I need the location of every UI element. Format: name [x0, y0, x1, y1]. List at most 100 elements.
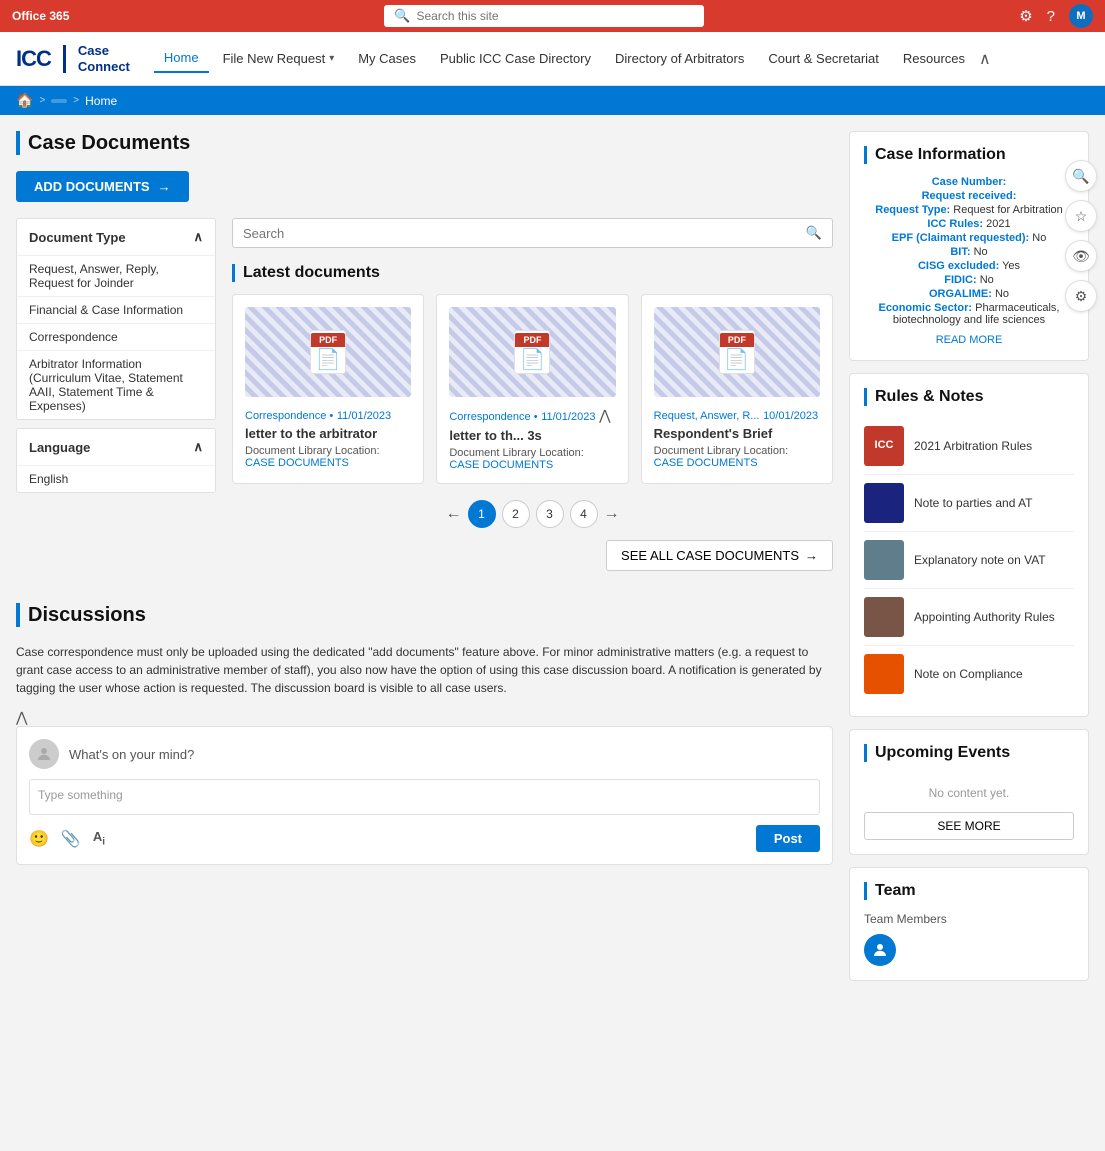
doc-search-icon: 🔍 [806, 225, 822, 241]
read-more-link[interactable]: READ MORE [864, 334, 1074, 346]
nav-court[interactable]: Court & Secretariat [758, 45, 889, 72]
logo: ICC CaseConnect [16, 43, 130, 74]
case-documents-title: Case Documents [16, 131, 833, 155]
filter-lang-collapse-icon: ∧ [193, 439, 203, 455]
upcoming-events-title: Upcoming Events [864, 744, 1074, 762]
add-documents-button[interactable]: ADD DOCUMENTS → [16, 171, 189, 202]
case-info-row: EPF (Claimant requested): No [864, 232, 1074, 244]
filter-item[interactable]: Financial & Case Information [17, 296, 215, 323]
case-info-card: Case Information Case Number: Request re… [849, 131, 1089, 361]
doc-location: Document Library Location: CASE DOCUMENT… [245, 445, 411, 469]
expand-icon[interactable]: ⋀ [599, 407, 610, 423]
filter-item[interactable]: Arbitrator Information (Curriculum Vitae… [17, 350, 215, 419]
doc-name: letter to the arbitrator [245, 426, 411, 441]
help-icon[interactable]: ? [1047, 8, 1055, 25]
rules-item[interactable]: Note on Compliance [864, 646, 1074, 702]
discussion-avatar [29, 739, 59, 769]
top-bar: Office 365 🔍 ⚙ ? M [0, 0, 1105, 32]
float-eye-icon[interactable]: 👁 [1065, 240, 1097, 272]
page-4[interactable]: 4 [570, 500, 598, 528]
filter-panel: Document Type ∧ Request, Answer, Reply, … [16, 218, 216, 501]
team-member-avatar[interactable] [864, 934, 896, 966]
filter-language-header[interactable]: Language ∧ [17, 429, 215, 465]
doc-thumbnail: PDF 📄 [245, 307, 411, 397]
discussion-tools: 🙂 📎 Ai [29, 829, 105, 849]
emoji-icon[interactable]: 🙂 [29, 829, 49, 849]
see-more-events-button[interactable]: SEE MORE [864, 812, 1074, 840]
rules-thumb-3 [864, 540, 904, 580]
page-2[interactable]: 2 [502, 500, 530, 528]
filter-item-english[interactable]: English [17, 465, 215, 492]
breadcrumb-home-icon[interactable]: 🏠 [16, 92, 33, 109]
top-search-container: 🔍 [69, 5, 1019, 27]
docs-row: Document Type ∧ Request, Answer, Reply, … [16, 218, 833, 571]
pagination-next[interactable]: → [604, 505, 620, 523]
case-info-row: CISG excluded: Yes [864, 260, 1074, 272]
doc-location: Document Library Location: CASE DOCUMENT… [654, 445, 820, 469]
nav-links: Home File New Request ▾ My Cases Public … [154, 44, 1089, 73]
float-search-icon[interactable]: 🔍 [1065, 160, 1097, 192]
discussion-textarea[interactable]: Type something [29, 779, 820, 815]
floating-actions: 🔍 ☆ 👁 ⚙ [1065, 160, 1097, 312]
filter-item[interactable]: Request, Answer, Reply, Request for Join… [17, 255, 215, 296]
rules-label: Note on Compliance [914, 667, 1023, 681]
post-button[interactable]: Post [756, 825, 820, 852]
rules-thumb-4 [864, 597, 904, 637]
filter-doctype-header[interactable]: Document Type ∧ [17, 219, 215, 255]
rules-item[interactable]: Explanatory note on VAT [864, 532, 1074, 589]
nav-file-new[interactable]: File New Request ▾ [213, 45, 345, 72]
rules-item[interactable]: ICC 2021 Arbitration Rules [864, 418, 1074, 475]
doc-search-input[interactable] [243, 226, 798, 241]
pagination-prev[interactable]: ← [446, 505, 462, 523]
left-panel: Case Documents ADD DOCUMENTS → Document … [16, 131, 833, 993]
docs-main: 🔍 Latest documents PDF 📄 [232, 218, 833, 571]
discussion-input-area: What's on your mind? Type something 🙂 📎 … [16, 726, 833, 865]
doc-location-link[interactable]: CASE DOCUMENTS [245, 457, 349, 469]
float-gear-icon[interactable]: ⚙ [1065, 280, 1097, 312]
discussions-collapse-icon[interactable]: ⋀ [16, 709, 27, 725]
nav-public-directory[interactable]: Public ICC Case Directory [430, 45, 601, 72]
rules-item[interactable]: Note to parties and AT [864, 475, 1074, 532]
upcoming-events-card: Upcoming Events No content yet. SEE MORE [849, 729, 1089, 855]
doc-card: PDF 📄 Correspondence • 11/01/2023 letter… [232, 294, 424, 484]
settings-icon[interactable]: ⚙ [1019, 7, 1032, 25]
breadcrumb-current: Home [85, 94, 117, 108]
case-info-table: Case Number: Request received: Request T… [864, 176, 1074, 346]
doc-location-link[interactable]: CASE DOCUMENTS [654, 457, 758, 469]
case-info-row: ICC Rules: 2021 [864, 218, 1074, 230]
top-search-input[interactable] [416, 9, 694, 23]
rules-item[interactable]: Appointing Authority Rules [864, 589, 1074, 646]
breadcrumb-bar: 🏠 > > Home [0, 86, 1105, 115]
discussion-header: What's on your mind? [29, 739, 820, 769]
nav-my-cases[interactable]: My Cases [348, 45, 426, 72]
breadcrumb-item-1[interactable] [51, 99, 67, 103]
nav-collapse-icon[interactable]: ∧ [979, 49, 991, 69]
discussions-section: Discussions Case correspondence must onl… [16, 603, 833, 865]
doc-card: PDF 📄 Request, Answer, R... 10/01/2023 R… [641, 294, 833, 484]
page-3[interactable]: 3 [536, 500, 564, 528]
see-all-documents-button[interactable]: SEE ALL CASE DOCUMENTS → [606, 540, 833, 571]
pagination: ← 1 2 3 4 → [232, 500, 833, 528]
rules-thumb-1: ICC [864, 426, 904, 466]
nav-resources[interactable]: Resources [893, 45, 975, 72]
attachment-icon[interactable]: 📎 [61, 829, 81, 849]
filter-item[interactable]: Correspondence [17, 323, 215, 350]
main-container: Case Documents ADD DOCUMENTS → Document … [0, 115, 1105, 1009]
case-info-row: Request Type: Request for Arbitration [864, 204, 1074, 216]
logo-icc: ICC [16, 46, 51, 72]
logo-divider [63, 45, 66, 73]
doc-tag-date: Correspondence • 11/01/2023 [245, 407, 411, 422]
format-icon[interactable]: Ai [93, 829, 105, 849]
nav-bar: ICC CaseConnect Home File New Request ▾ … [0, 32, 1105, 86]
float-star-icon[interactable]: ☆ [1065, 200, 1097, 232]
filter-group-language: Language ∧ English [16, 428, 216, 493]
nav-home[interactable]: Home [154, 44, 209, 73]
doc-location-link[interactable]: CASE DOCUMENTS [449, 459, 553, 471]
rules-label: Appointing Authority Rules [914, 610, 1055, 624]
doc-search-box[interactable]: 🔍 [232, 218, 833, 248]
user-avatar[interactable]: M [1069, 4, 1093, 28]
app-name: Office 365 [12, 9, 69, 23]
page-1[interactable]: 1 [468, 500, 496, 528]
top-search-box[interactable]: 🔍 [384, 5, 704, 27]
nav-arbitrators[interactable]: Directory of Arbitrators [605, 45, 754, 72]
